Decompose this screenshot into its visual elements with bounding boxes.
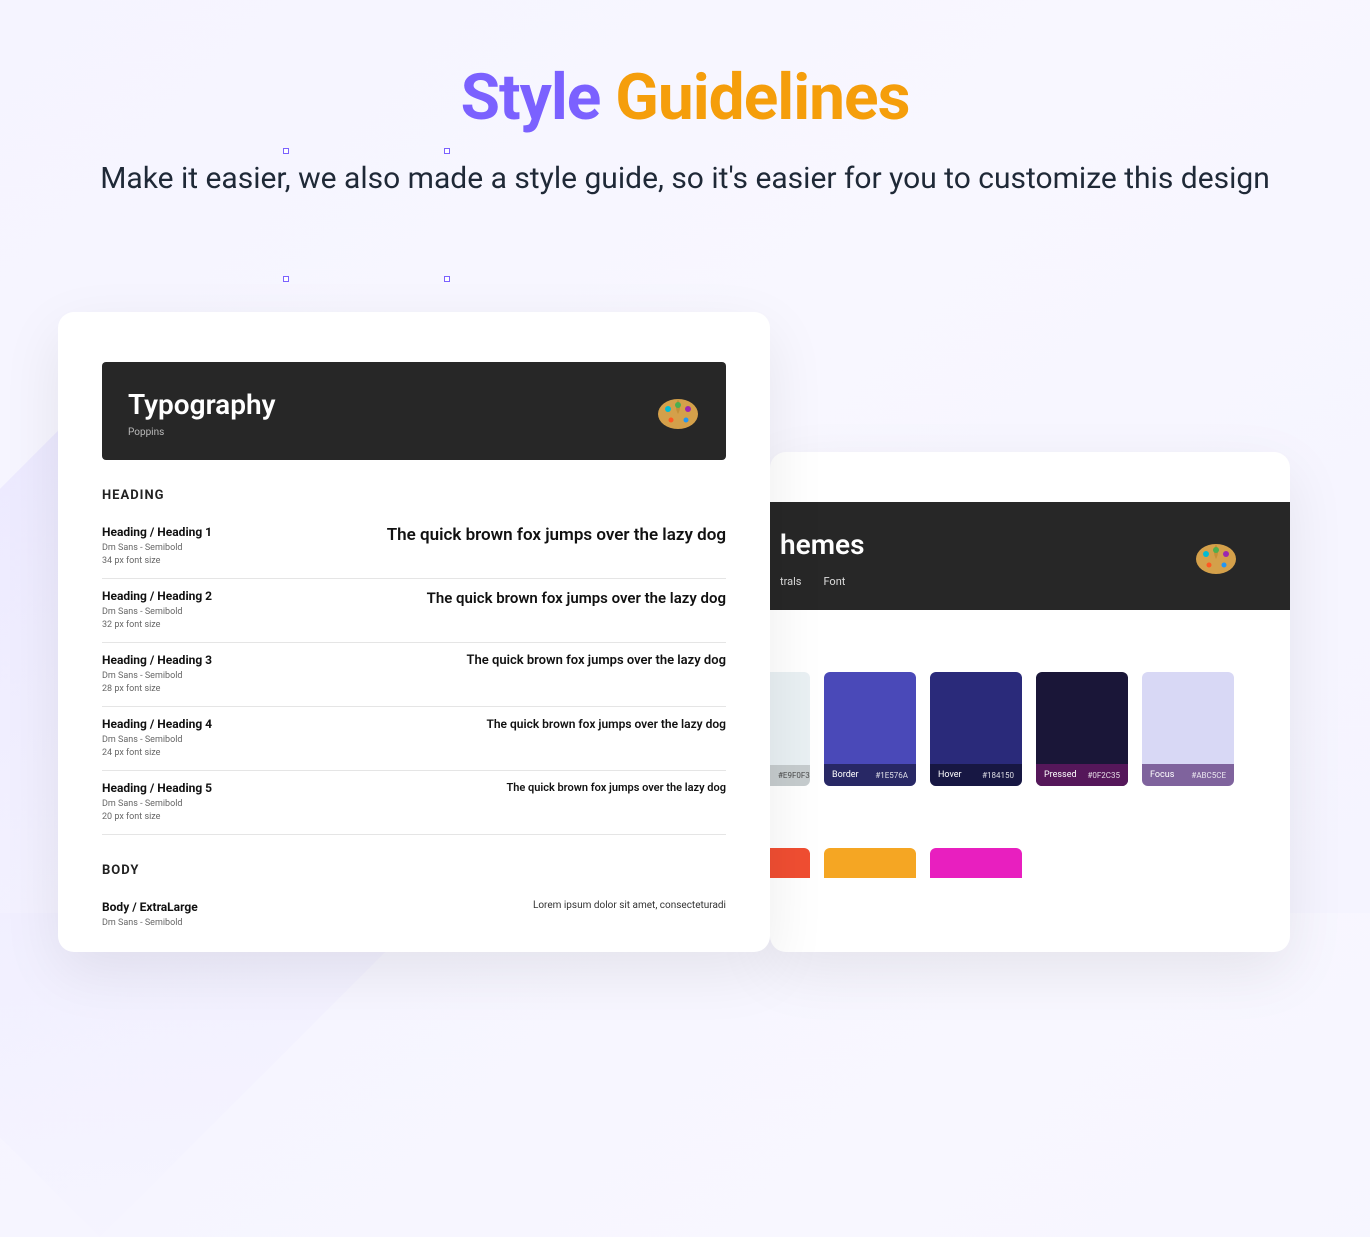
color-header: hemes trals Font [770, 502, 1290, 610]
swatch-hex: #E9F0F3 [778, 771, 810, 780]
type-sample: The quick brown fox jumps over the lazy … [387, 525, 726, 545]
type-row: Heading / Heading 2 Dm Sans - Semibold 3… [102, 579, 726, 643]
type-name: Heading / Heading 1 [102, 525, 212, 539]
type-font: Dm Sans - Semibold [102, 607, 212, 617]
typography-title: Typography [128, 388, 276, 421]
typography-font-meta: Poppins [128, 427, 276, 438]
color-tab[interactable]: trals [780, 575, 801, 588]
type-row: Heading / Heading 1 Dm Sans - Semibold 3… [102, 515, 726, 579]
type-row: Heading / Heading 4 Dm Sans - Semibold 2… [102, 707, 726, 771]
swatch-hex: #184150 [982, 771, 1014, 780]
swatch-name: Pressed [1044, 770, 1077, 780]
title-word-guidelines: Guidelines [615, 60, 909, 135]
swatch-hex: #ABC5CE [1191, 771, 1226, 780]
type-sample: The quick brown fox jumps over the lazy … [486, 717, 726, 731]
type-font: Dm Sans - Semibold [102, 799, 212, 809]
swatch-name: Border [832, 770, 859, 780]
hero-section: Style Guidelines Make it easier, we also… [0, 0, 1370, 203]
type-size: 34 px font size [102, 556, 212, 566]
color-swatch[interactable] [770, 848, 810, 878]
type-font: Dm Sans - Semibold [102, 918, 198, 928]
swatch-row: #E9F0F3 Border #1E576A Hover #184150 Pre… [770, 672, 1290, 786]
color-themes-card: hemes trals Font #E9F0F3 Border #1E576A [770, 452, 1290, 952]
type-sample: The quick brown fox jumps over the lazy … [467, 653, 726, 668]
type-name: Heading / Heading 3 [102, 653, 212, 667]
color-swatch[interactable]: Border #1E576A [824, 672, 916, 786]
color-title: hemes [780, 528, 864, 561]
color-swatch[interactable]: Hover #184150 [930, 672, 1022, 786]
color-swatch[interactable]: Focus #ABC5CE [1142, 672, 1234, 786]
type-row: Body / ExtraLarge Dm Sans - Semibold Lor… [102, 890, 726, 928]
swatch-name: Focus [1150, 770, 1174, 780]
selection-handle [444, 276, 450, 282]
color-tab[interactable]: Font [823, 575, 845, 588]
type-font: Dm Sans - Semibold [102, 543, 212, 553]
type-sample: Lorem ipsum dolor sit amet, consectetura… [533, 900, 726, 911]
palette-icon [656, 395, 700, 431]
color-swatch[interactable]: Pressed #0F2C35 [1036, 672, 1128, 786]
type-size: 24 px font size [102, 748, 212, 758]
type-name: Heading / Heading 4 [102, 717, 212, 731]
swatch-hex: #1E576A [875, 771, 908, 780]
type-name: Heading / Heading 2 [102, 589, 212, 603]
page-title: Style Guidelines [0, 60, 1370, 135]
typography-header: Typography Poppins [102, 362, 726, 460]
type-name: Heading / Heading 5 [102, 781, 212, 795]
type-sample: The quick brown fox jumps over the lazy … [427, 589, 726, 607]
page-subtitle: Make it easier, we also made a style gui… [0, 155, 1370, 203]
type-font: Dm Sans - Semibold [102, 671, 212, 681]
heading-section-label: HEADING [102, 488, 726, 503]
color-swatch[interactable] [824, 848, 916, 878]
body-section-label: BODY [102, 863, 726, 878]
selection-handle [283, 276, 289, 282]
type-size: 32 px font size [102, 620, 212, 630]
palette-icon [1194, 540, 1238, 576]
typography-card: Typography Poppins HEADING Heading / Hea… [58, 312, 770, 952]
swatch-row [770, 848, 1290, 878]
color-swatch[interactable] [930, 848, 1022, 878]
swatch-name: Hover [938, 770, 962, 780]
color-swatch[interactable]: #E9F0F3 [770, 672, 810, 786]
type-size: 28 px font size [102, 684, 212, 694]
type-font: Dm Sans - Semibold [102, 735, 212, 745]
type-row: Heading / Heading 5 Dm Sans - Semibold 2… [102, 771, 726, 835]
swatch-hex: #0F2C35 [1087, 771, 1120, 780]
type-sample: The quick brown fox jumps over the lazy … [506, 781, 726, 794]
type-name: Body / ExtraLarge [102, 900, 198, 914]
title-word-style: Style [461, 60, 601, 135]
type-size: 20 px font size [102, 812, 212, 822]
type-row: Heading / Heading 3 Dm Sans - Semibold 2… [102, 643, 726, 707]
